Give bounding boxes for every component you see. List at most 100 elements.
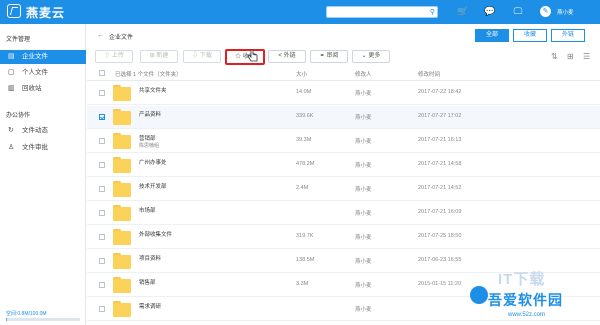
- monitor-icon[interactable]: 🖵: [512, 5, 524, 17]
- row-checkbox[interactable]: [99, 90, 105, 96]
- file-time: 2017-07-27 17:02: [418, 113, 462, 119]
- storage-quota: 空间:0.8M/100.0M: [0, 311, 86, 321]
- folder-icon: [113, 253, 131, 269]
- table-row[interactable]: 广州办事处 478.2M 燕小麦 2017-07-21 14:58: [87, 154, 600, 177]
- row-checkbox[interactable]: [99, 210, 105, 216]
- sidebar-item-label: 企业文件: [22, 53, 48, 60]
- file-time: 2017-07-21 14:58: [418, 161, 462, 167]
- new-button[interactable]: ⊞ 新建: [140, 50, 178, 63]
- file-subtitle: 陈思楠组: [139, 143, 160, 149]
- file-author: 燕小麦: [355, 163, 372, 169]
- share-link-button[interactable]: < 外链: [268, 50, 306, 63]
- breadcrumb[interactable]: 企业文件: [109, 32, 133, 41]
- list-view-icon[interactable]: ☰: [583, 52, 590, 61]
- file-size: 138.5M: [296, 257, 315, 263]
- row-checkbox[interactable]: [99, 258, 105, 264]
- sidebar-item-label: 文件动态: [22, 127, 48, 134]
- folder-icon: [113, 109, 131, 125]
- file-name[interactable]: 外部收集文件: [139, 230, 172, 238]
- row-checkbox[interactable]: [99, 234, 105, 240]
- watermark-site: www.52z.com: [508, 312, 546, 318]
- file-name[interactable]: 销售部: [139, 278, 156, 286]
- more-button[interactable]: ⌄ 更多: [352, 50, 390, 63]
- header-time[interactable]: 修改时间: [418, 70, 440, 78]
- file-name[interactable]: 营销部: [139, 134, 156, 142]
- file-author: 燕小麦: [355, 235, 372, 241]
- tab-links[interactable]: 外链: [551, 29, 585, 42]
- row-checkbox[interactable]: [99, 186, 105, 192]
- sidebar-item-file-activity[interactable]: ↻ 文件动态: [0, 124, 86, 138]
- table-row[interactable]: 产品资料 339.6K 燕小麦 2017-07-27 17:02: [87, 106, 600, 129]
- tab-favorites[interactable]: 收藏: [513, 29, 547, 42]
- search-icon[interactable]: ⚲: [430, 8, 435, 16]
- table-row[interactable]: 共享文件夹 14.0M 燕小麦 2017-07-22 18:42: [87, 82, 600, 105]
- username[interactable]: 燕小麦: [557, 8, 574, 16]
- toolbar: ⇧ 上传 ⊞ 新建 ⇩ 下载 ☆ 收藏 < 外链 ⚭ 审阅 ⌄ 更多: [87, 49, 600, 65]
- user-file-icon: ▢: [8, 69, 15, 76]
- table-row[interactable]: 市场部 燕小麦 2017-07-21 16:09: [87, 202, 600, 225]
- quota-bar: [6, 318, 80, 321]
- sidebar-item-personal-files[interactable]: ▢ 个人文件: [0, 66, 86, 80]
- file-size: 39.3M: [296, 137, 312, 143]
- app-title: 燕麦云: [26, 6, 66, 20]
- download-button[interactable]: ⇩ 下载: [183, 50, 221, 63]
- select-all-checkbox[interactable]: [99, 70, 105, 76]
- back-arrow-icon[interactable]: ←: [97, 32, 104, 39]
- file-time: 2017-07-21 16:13: [418, 137, 462, 143]
- table-header: 已选择 1 个文件（文件夹） 大小 修改人 修改时间: [87, 67, 600, 81]
- file-name[interactable]: 共享文件夹: [139, 86, 167, 94]
- search-box[interactable]: ⚲: [326, 6, 438, 18]
- folder-icon: [113, 277, 131, 293]
- watermark: IT下载 吾爱软件园 www.52z.com: [470, 268, 600, 325]
- sidebar-item-label: 文件审批: [22, 144, 48, 151]
- row-checkbox[interactable]: [99, 114, 105, 120]
- approval-icon: ♙: [8, 144, 15, 151]
- favorite-button[interactable]: ☆ 收藏: [225, 49, 265, 65]
- sidebar-item-file-approval[interactable]: ♙ 文件审批: [0, 141, 86, 155]
- row-checkbox[interactable]: [99, 138, 105, 144]
- file-size: 14.0M: [296, 89, 312, 95]
- audit-button[interactable]: ⚭ 审阅: [310, 50, 348, 63]
- file-name[interactable]: 市场部: [139, 206, 156, 214]
- file-size: 339.6K: [296, 113, 314, 119]
- sidebar: 文件管理 ▤ 企业文件 ▢ 个人文件 ▥ 回收站 办公协作 ↻ 文件动态 ♙ 文…: [0, 24, 86, 325]
- table-row[interactable]: 营销部 陈思楠组 39.3M 燕小麦 2017-07-21 16:13: [87, 130, 600, 153]
- chat-icon[interactable]: 💬: [484, 5, 496, 17]
- sort-icon[interactable]: ⇅: [551, 52, 558, 61]
- header-name[interactable]: 已选择 1 个文件（文件夹）: [115, 70, 182, 78]
- cart-icon[interactable]: 🛒: [457, 5, 469, 17]
- row-checkbox[interactable]: [99, 306, 105, 312]
- grid-view-icon[interactable]: ⊞: [567, 52, 574, 61]
- sidebar-item-recycle-bin[interactable]: ▥ 回收站: [0, 82, 86, 96]
- row-checkbox[interactable]: [99, 282, 105, 288]
- folder-icon: [113, 229, 131, 245]
- file-name[interactable]: 技术开发部: [139, 182, 167, 190]
- row-checkbox[interactable]: [99, 162, 105, 168]
- table-row[interactable]: 外部收集文件 319.7K 燕小麦 2017-07-25 18:50: [87, 226, 600, 249]
- file-author: 燕小麦: [355, 259, 372, 265]
- top-bar: 燕麦云 ⚲ 🛒 💬 🖵 ✎ 燕小麦: [0, 0, 600, 24]
- tab-all[interactable]: 全部: [475, 29, 509, 42]
- file-name[interactable]: 产品资料: [139, 110, 161, 118]
- activity-icon: ↻: [8, 127, 14, 134]
- file-time: 2017-07-21 16:09: [418, 209, 462, 215]
- file-name[interactable]: 广州办事处: [139, 158, 167, 166]
- sidebar-item-enterprise-files[interactable]: ▤ 企业文件: [0, 50, 86, 64]
- quota-label: 空间:0.8M/100.0M: [6, 311, 47, 317]
- file-size: 478.2M: [296, 161, 315, 167]
- table-row[interactable]: 技术开发部 2.4M 燕小麦 2017-07-21 14:52: [87, 178, 600, 201]
- file-size: 3.3M: [296, 281, 309, 287]
- upload-button[interactable]: ⇧ 上传: [95, 50, 133, 63]
- header-author[interactable]: 修改人: [355, 70, 372, 78]
- search-input[interactable]: [330, 7, 426, 17]
- file-time: 2017-07-22 18:42: [418, 89, 462, 95]
- file-time: 2015-01-15 11:20: [418, 281, 462, 287]
- folder-icon: [113, 301, 131, 317]
- trash-icon: ▥: [8, 85, 15, 92]
- sidebar-item-label: 回收站: [22, 85, 42, 92]
- header-size[interactable]: 大小: [296, 70, 307, 78]
- hand-cursor-icon: [247, 49, 258, 62]
- file-name[interactable]: 需求调研: [139, 302, 161, 310]
- avatar[interactable]: ✎: [540, 6, 551, 17]
- file-name[interactable]: 项目资料: [139, 254, 161, 262]
